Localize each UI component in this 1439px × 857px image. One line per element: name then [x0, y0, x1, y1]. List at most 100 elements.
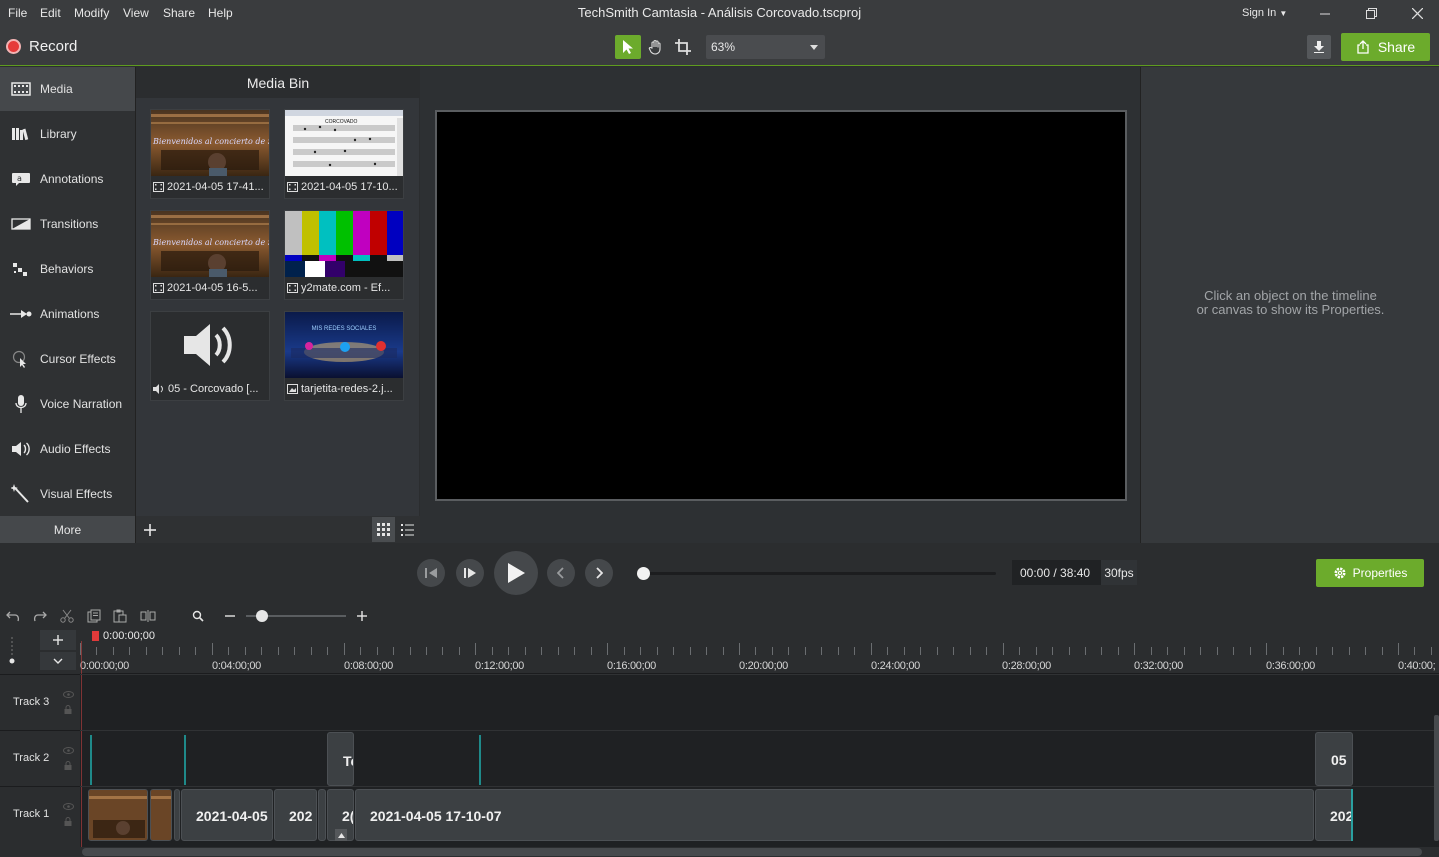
- sidebar-item-annotations[interactable]: a Annotations: [0, 157, 135, 201]
- sidebar-item-behaviors[interactable]: Behaviors: [0, 247, 135, 291]
- select-tool-button[interactable]: [615, 35, 641, 59]
- timeline-clip[interactable]: 2021-04-05 17-10-07: [355, 789, 1314, 841]
- restore-icon: [1365, 8, 1377, 19]
- zoom-to-fit-button[interactable]: [189, 608, 207, 624]
- sidebar-item-library[interactable]: Library: [0, 112, 135, 156]
- media-item[interactable]: Bienvenidos al concierto de Schubert 202…: [150, 210, 270, 300]
- sidebar-item-visual-effects[interactable]: Visual Effects: [0, 472, 135, 516]
- plus-icon: [357, 611, 367, 621]
- restore-button[interactable]: [1348, 0, 1394, 27]
- sidebar-item-transitions[interactable]: Transitions: [0, 202, 135, 246]
- image-thumbnail: MIS REDES SOCIALES: [285, 312, 403, 378]
- sidebar-item-audio-effects[interactable]: Audio Effects: [0, 427, 135, 471]
- step-forward-button[interactable]: [456, 559, 484, 587]
- clip-expand-handle[interactable]: [335, 829, 347, 841]
- properties-button[interactable]: Properties: [1316, 559, 1424, 587]
- undo-button[interactable]: [4, 608, 22, 624]
- clip-thumbnail: [151, 790, 171, 840]
- list-view-button[interactable]: [396, 517, 419, 542]
- copy-button[interactable]: [85, 608, 103, 624]
- paste-button[interactable]: [111, 608, 129, 624]
- media-item-caption: 2021-04-05 16-5...: [167, 282, 258, 294]
- triangle-up-icon: [337, 832, 345, 838]
- scrubber-handle[interactable]: [637, 567, 650, 580]
- visual-effects-icon: [0, 484, 40, 504]
- timeline-clip[interactable]: 202: [274, 789, 317, 841]
- hand-icon: [648, 39, 661, 55]
- timeline-clip[interactable]: 05: [1315, 732, 1353, 786]
- timeline-zoom-handle[interactable]: [256, 610, 268, 622]
- cut-button[interactable]: [58, 608, 76, 624]
- crop-icon: [675, 39, 691, 55]
- menu-view[interactable]: View: [123, 6, 149, 20]
- sidebar-item-label: Visual Effects: [40, 487, 113, 501]
- track-3-lane[interactable]: [80, 674, 1439, 729]
- timeline-horizontal-scrollbar[interactable]: [80, 847, 1439, 857]
- media-item[interactable]: MIS REDES SOCIALES tarjetita-redes-2.j..…: [284, 311, 404, 401]
- minimize-button[interactable]: [1302, 0, 1348, 27]
- menu-modify[interactable]: Modify: [74, 6, 109, 20]
- split-button[interactable]: [139, 608, 157, 624]
- thumbnail-view-button[interactable]: [372, 517, 395, 542]
- menu-edit[interactable]: Edit: [40, 6, 61, 20]
- close-button[interactable]: [1394, 0, 1439, 27]
- time-ruler[interactable]: 0:00:00;00 0:00:00;00 0:04:00;00 0:08:00…: [80, 629, 1439, 674]
- crop-tool-button[interactable]: [670, 35, 696, 59]
- sidebar-item-label: Annotations: [40, 172, 104, 186]
- track-options-button[interactable]: [40, 652, 76, 670]
- timeline-clip[interactable]: 202: [1315, 789, 1353, 841]
- track-2-lane[interactable]: Te 05: [80, 730, 1439, 786]
- timeline-clip[interactable]: 2021-04-05: [181, 789, 273, 841]
- sidebar-item-animations[interactable]: Animations: [0, 292, 135, 336]
- record-icon: [6, 38, 21, 54]
- timeline-clip[interactable]: [88, 789, 148, 841]
- zoom-level-select[interactable]: 63%: [706, 35, 825, 59]
- menu-file[interactable]: File: [8, 6, 27, 20]
- menu-help[interactable]: Help: [208, 6, 233, 20]
- timeline-vertical-scrollbar[interactable]: [1434, 715, 1439, 841]
- media-item[interactable]: Bienvenidos al concierto de Schubert 202…: [150, 109, 270, 199]
- sidebar-item-voice-narration[interactable]: Voice Narration: [0, 382, 135, 426]
- step-back-button[interactable]: [417, 559, 445, 587]
- redo-button[interactable]: [31, 608, 49, 624]
- animations-icon: [0, 308, 40, 320]
- media-item[interactable]: 05 - Corcovado [...: [150, 311, 270, 401]
- track-header-1[interactable]: Track 1: [0, 786, 80, 841]
- zoom-out-button[interactable]: [221, 608, 239, 624]
- more-tools-button[interactable]: More: [0, 516, 135, 543]
- sidebar-item-label: Animations: [40, 307, 100, 321]
- timeline-clip[interactable]: [174, 789, 180, 841]
- timeline-clip[interactable]: [150, 789, 172, 841]
- share-button[interactable]: Share: [1341, 33, 1430, 61]
- media-item[interactable]: CORCOVADO 2021-04-05 17-10...: [284, 109, 404, 199]
- add-track-button[interactable]: [40, 630, 76, 650]
- track-1-lane[interactable]: 2021-04-05 202 2( 2021-04-05 17-10-07 20…: [80, 786, 1439, 841]
- menu-share[interactable]: Share: [163, 6, 195, 20]
- record-button[interactable]: Record: [6, 35, 77, 57]
- timeline-clip[interactable]: [318, 789, 326, 841]
- timeline-clip[interactable]: Te: [327, 732, 354, 786]
- eye-icon: [63, 691, 74, 698]
- playhead-handle[interactable]: [92, 631, 99, 641]
- sidebar-item-media[interactable]: Media: [0, 67, 135, 111]
- cursor-effects-icon: [0, 350, 40, 368]
- share-label: Share: [1377, 39, 1416, 55]
- sidebar-item-cursor-effects[interactable]: Cursor Effects: [0, 337, 135, 381]
- next-marker-button[interactable]: [585, 559, 613, 587]
- import-media-button[interactable]: [137, 517, 162, 542]
- pan-tool-button[interactable]: [643, 35, 669, 59]
- track-header-2[interactable]: Track 2: [0, 730, 80, 785]
- sign-in-button[interactable]: Sign In ▼: [1242, 7, 1287, 19]
- track-header-3[interactable]: Track 3: [0, 674, 80, 729]
- preview-canvas[interactable]: [435, 110, 1127, 501]
- media-item[interactable]: y2mate.com - Ef...: [284, 210, 404, 300]
- previous-marker-button[interactable]: [547, 559, 575, 587]
- play-icon: [508, 563, 525, 583]
- tick-label: 0:28:00;00: [1002, 660, 1051, 672]
- scrollbar-thumb[interactable]: [82, 848, 1422, 856]
- play-button[interactable]: [494, 551, 538, 595]
- playback-scrubber[interactable]: [643, 572, 996, 575]
- zoom-in-button[interactable]: [353, 608, 371, 624]
- sidebar-item-label: Library: [40, 127, 77, 141]
- export-local-button[interactable]: [1307, 35, 1331, 59]
